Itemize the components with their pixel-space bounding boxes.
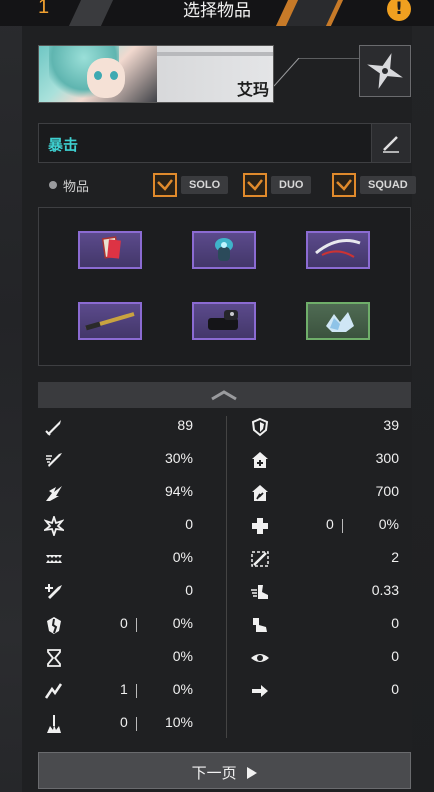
item-slot-gauntlet[interactable] [192, 302, 256, 340]
stat-energy: 700 [244, 478, 399, 506]
crit-burst-icon [46, 486, 62, 501]
step-icon [253, 618, 267, 632]
arrow-right-icon [252, 685, 268, 697]
stats-panel: 89 30% 94% 0 0% 0 0 0% 0% 1 0% 0 10% 39 … [38, 410, 411, 740]
chevron-up-icon [211, 390, 237, 401]
heal-cross-icon [252, 518, 268, 534]
crit-selector[interactable]: 暴击 [38, 123, 411, 163]
stat-hp: 300 [244, 445, 399, 473]
checkbox-duo[interactable] [243, 173, 267, 197]
stat-defense: 39 [244, 412, 399, 440]
item-slot-crystal[interactable] [306, 302, 370, 340]
eye-icon [251, 654, 269, 662]
mode-label-solo: SOLO [181, 176, 229, 194]
capsule-icon [215, 238, 233, 261]
next-page-label: 下一页 [191, 764, 237, 782]
gauntlet-icon [208, 310, 238, 330]
stat-vision: 0 [244, 643, 399, 671]
shuriken-slot[interactable] [359, 45, 411, 97]
header-bar: 1 选择物品 ! [0, 0, 434, 26]
checkmark-icon [247, 179, 263, 191]
crit-label: 暴击 [48, 136, 79, 154]
character-bar [157, 52, 273, 56]
stat-bonus-attack: 0 [38, 577, 193, 605]
shield-icon [251, 417, 269, 437]
stat-dodge: 0 [244, 610, 399, 638]
hourglass-icon [47, 649, 61, 667]
pencil-icon [383, 136, 399, 153]
curved-sword-icon [315, 239, 361, 258]
stat-attack: 89 [38, 412, 193, 440]
bite-icon [46, 555, 62, 563]
character-portrait [39, 46, 157, 102]
stat-attack-speed: 30% [38, 445, 193, 473]
mode-label-squad: SQUAD [360, 176, 416, 194]
energy-house-icon [252, 485, 268, 501]
page-title: 选择物品 [183, 1, 251, 21]
shuriken-icon [367, 53, 403, 89]
character-card[interactable]: 艾玛 [38, 45, 274, 103]
background-right [412, 0, 434, 792]
item-slot-sword[interactable] [306, 231, 370, 269]
blade-icon [85, 312, 135, 331]
stat-move-speed: 0.33 [244, 577, 399, 605]
play-arrow-icon [247, 767, 258, 779]
checkmark-icon [336, 179, 352, 191]
items-panel [38, 207, 411, 366]
edit-button[interactable] [371, 124, 410, 162]
character-name: 艾玛 [236, 80, 269, 99]
stat-crit-damage: 0 [38, 511, 193, 539]
sword-plus-icon [45, 584, 62, 599]
card-icon [101, 236, 121, 259]
crystal-icon [326, 312, 354, 332]
bullet-icon [49, 181, 57, 189]
sword-speed-icon [46, 453, 62, 467]
stat-armor-break: 0 0% [38, 610, 193, 638]
background-left [0, 0, 22, 792]
checkbox-solo[interactable] [153, 173, 177, 197]
filter-row: 物品 SOLO DUO SQUAD [38, 173, 416, 197]
sword-icon [45, 420, 61, 436]
crit-damage-icon [44, 516, 64, 536]
stat-lifesteal: 0% [38, 544, 193, 572]
health-house-icon [252, 452, 268, 468]
stat-crit-rate: 94% [38, 478, 193, 506]
checkmark-icon [157, 179, 173, 191]
stat-splash: 0 10% [38, 709, 193, 737]
blade-shield-icon [251, 551, 269, 567]
lightning-icon [44, 683, 63, 699]
splash-icon [47, 715, 61, 733]
boot-speed-icon [251, 585, 268, 599]
connector-line [274, 58, 359, 87]
item-slot-blade[interactable] [78, 302, 142, 340]
armor-break-icon [47, 617, 61, 634]
stats-divider [226, 416, 227, 738]
filter-label: 物品 [63, 180, 90, 195]
item-slot-capsule[interactable] [192, 231, 256, 269]
stat-range: 0 [244, 676, 399, 704]
stat-block: 2 [244, 544, 399, 572]
collapse-toggle[interactable] [38, 382, 411, 408]
stat-heal: 0 0% [244, 511, 399, 539]
stat-cooldown: 0% [38, 643, 193, 671]
item-slot-card[interactable] [78, 231, 142, 269]
stat-chain: 1 0% [38, 676, 193, 704]
next-page-button[interactable]: 下一页 [38, 752, 411, 789]
checkbox-squad[interactable] [332, 173, 356, 197]
mode-label-duo: DUO [271, 176, 312, 194]
